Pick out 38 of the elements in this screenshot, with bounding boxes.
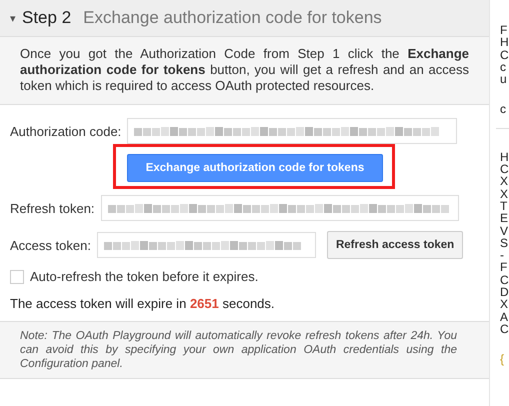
expiry-text: The access token will expire in 2651 seconds. (10, 296, 276, 311)
auto-refresh-checkbox[interactable] (10, 270, 24, 284)
cut-off-text: C (500, 322, 509, 336)
cut-off-text: X (500, 188, 509, 200)
step-number: Step 2 (22, 8, 72, 28)
cut-off-text: C (500, 163, 509, 176)
collapse-toggle[interactable]: ▾ (10, 12, 16, 24)
note-text: Note: The OAuth Playground will automatically revoke refresh tokens after 24h. You can avoid this by specifying your own application OAuth credentials using the Configuration panel. (20, 329, 457, 371)
cut-off-text: F (500, 24, 508, 36)
description-text: Once you got the Authorization Code from Step 1 click the Exchange authorization code for tokens button, you will get a refresh and an access token which is required to access OAuth protected resources. (20, 46, 469, 94)
cut-off-text: c (500, 103, 507, 116)
cut-off-text: F (500, 261, 508, 274)
cut-off-text: T (500, 200, 508, 212)
cut-off-text: H (500, 36, 509, 49)
token-field[interactable] (100, 195, 459, 221)
cut-off-text: E (500, 212, 509, 225)
token-field[interactable] (96, 232, 316, 258)
field-label: Authorization code: (10, 124, 122, 138)
cut-off-text: H (500, 150, 509, 164)
cut-off-text: A (500, 310, 509, 323)
field-label: Access token: (10, 238, 91, 252)
cut-off-text: D (500, 286, 509, 298)
checkbox-label: Auto-refresh the token before it expires. (30, 269, 258, 284)
cut-off-text: X (500, 175, 509, 188)
cut-off-text: S (500, 236, 509, 250)
cut-off-text: c (500, 60, 507, 74)
cut-off-text: C (500, 48, 509, 61)
cut-off-text: - (500, 249, 505, 262)
code-field[interactable] (127, 118, 458, 144)
cut-off-text: u (500, 73, 508, 86)
refresh-token-button[interactable]: Refresh access token (326, 231, 464, 259)
cut-off-text: X (500, 298, 509, 311)
step-header[interactable]: ▾ Step 2 Exchange authorization code for tokens (0, 0, 489, 37)
field-label: Refresh token: (10, 200, 95, 216)
brace-icon: { (500, 353, 509, 366)
cut-off-text: C (500, 274, 509, 286)
step-title: Exchange authorization code for tokens (83, 8, 382, 28)
cut-off-text: V (500, 224, 509, 237)
